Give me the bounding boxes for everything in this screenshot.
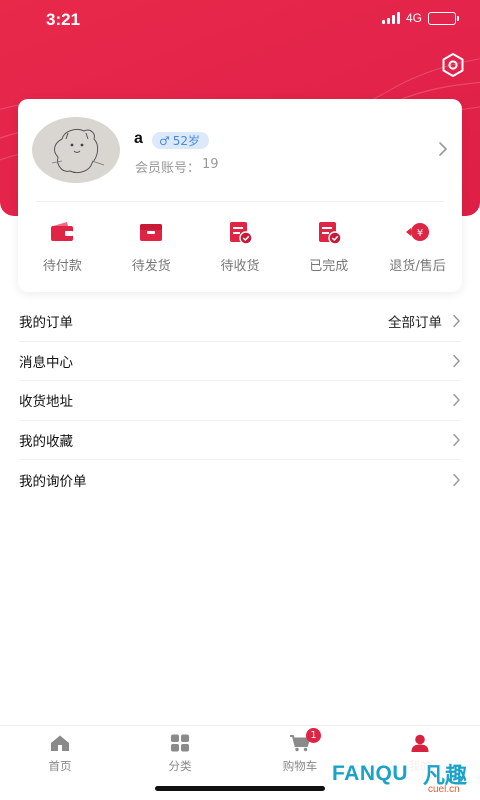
order-status-row: 待付款 待发货 待收货 已完成 ¥ 退货/售后 xyxy=(18,219,462,274)
wallet-icon xyxy=(51,222,74,241)
menu-item-favorites[interactable]: 我的收藏 xyxy=(19,421,461,460)
status-indicators: 4G xyxy=(381,11,459,25)
signal-icon xyxy=(381,12,400,24)
menu-item-label: 我的询价单 xyxy=(19,473,87,490)
tab-label: 分类 xyxy=(168,759,192,773)
order-label: 已完成 xyxy=(309,259,349,274)
menu-list: 我的订单 全部订单 消息中心 收货地址 我的收藏 我的询价单 xyxy=(0,302,480,500)
order-label: 退货/售后 xyxy=(389,259,446,274)
battery-icon xyxy=(428,11,459,25)
male-icon: ♂ xyxy=(159,133,170,148)
menu-item-shipping-address[interactable]: 收货地址 xyxy=(19,381,461,421)
menu-item-label: 消息中心 xyxy=(19,354,73,371)
order-label: 待付款 xyxy=(42,259,82,274)
chevron-right-icon xyxy=(453,433,460,446)
gender-age-badge: ♂ 52岁 xyxy=(152,132,210,149)
tab-category[interactable]: 分类 xyxy=(140,734,220,774)
order-pending-shipment[interactable]: 待发货 xyxy=(107,219,196,274)
refund-icon: ¥ xyxy=(405,223,429,241)
watermark-logo: FANQU 凡趣 cuel.cn xyxy=(316,752,480,800)
avatar[interactable] xyxy=(32,117,120,183)
box-icon xyxy=(140,224,163,241)
tab-label: 购物车 xyxy=(282,759,318,773)
user-icon xyxy=(411,734,429,752)
order-label: 待发货 xyxy=(131,259,171,274)
completed-icon xyxy=(318,222,342,245)
status-bar: 3:21 4G xyxy=(0,0,480,40)
menu-item-my-orders[interactable]: 我的订单 全部订单 xyxy=(19,302,461,342)
tab-home[interactable]: 首页 xyxy=(20,734,100,774)
order-refund-aftersale[interactable]: ¥ 退货/售后 xyxy=(373,219,462,274)
home-icon xyxy=(51,735,69,751)
cart-icon-wrap: 1 xyxy=(289,728,321,752)
menu-item-label: 我的收藏 xyxy=(19,433,73,450)
order-label: 待收货 xyxy=(220,259,260,274)
order-completed[interactable]: 已完成 xyxy=(284,219,373,274)
card-divider xyxy=(36,201,444,202)
tab-label: 首页 xyxy=(48,759,72,773)
order-pending-receipt[interactable]: 待收货 xyxy=(196,219,285,274)
profile-card: a ♂ 52岁 会员账号： 19 待付款 待发货 待收货 已完成 ¥ 退货/售后 xyxy=(18,99,462,292)
all-orders-link[interactable]: 全部订单 xyxy=(388,311,442,331)
svg-text:¥: ¥ xyxy=(416,228,422,239)
chevron-right-icon xyxy=(453,394,460,407)
menu-item-message-center[interactable]: 消息中心 xyxy=(19,342,461,381)
order-pending-payment[interactable]: 待付款 xyxy=(18,219,107,274)
chevron-right-icon xyxy=(453,473,460,486)
watermark-brand: FANQU xyxy=(332,762,408,785)
chevron-right-icon xyxy=(453,354,460,367)
profile-chevron-right-icon[interactable] xyxy=(438,141,448,157)
category-icon xyxy=(171,734,189,752)
member-label: 会员账号： xyxy=(135,161,201,176)
menu-item-label: 我的订单 xyxy=(19,315,73,332)
avatar-sketch-image xyxy=(51,128,105,174)
settings-icon[interactable] xyxy=(440,52,466,78)
username: a xyxy=(134,130,143,147)
home-indicator xyxy=(155,786,325,791)
menu-item-inquiries[interactable]: 我的询价单 xyxy=(19,460,461,500)
chevron-right-icon xyxy=(453,315,460,328)
member-account: 会员账号： 19 xyxy=(135,157,219,176)
member-id: 19 xyxy=(202,157,219,172)
status-time: 3:21 xyxy=(46,10,81,29)
network-type: 4G xyxy=(405,11,422,25)
age-text: 52岁 xyxy=(172,134,201,148)
watermark-url: cuel.cn xyxy=(428,784,460,795)
receive-icon xyxy=(229,222,253,245)
menu-item-label: 收货地址 xyxy=(19,394,73,411)
cart-badge: 1 xyxy=(306,728,321,743)
menu-item-right: 全部订单 xyxy=(388,311,461,331)
